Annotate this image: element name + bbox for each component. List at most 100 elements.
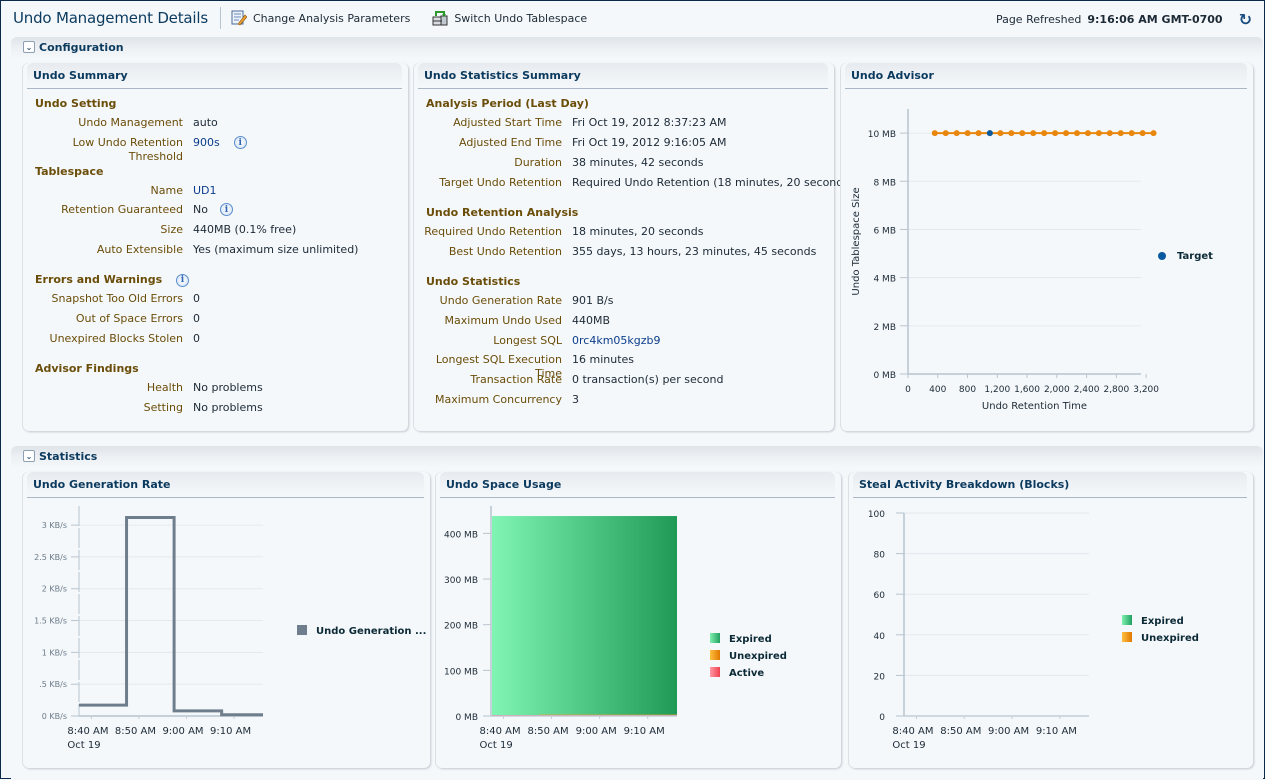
field-label: Maximum Undo Used: [444, 314, 562, 327]
undo-advisor-title: Undo Advisor: [845, 63, 1247, 89]
x-tick-label: 8:50 AM: [115, 726, 156, 737]
x-tick-label: 2,400: [1074, 385, 1100, 395]
data-point: [1139, 130, 1146, 137]
field-value: 901 B/s: [572, 294, 614, 307]
steal-activity-chart[interactable]: 0 20 40 60 80 100 8:40 AM 8:50 AM 9:00 AM 9:10 AM…: [849, 498, 1253, 768]
analysis-period-heading: Analysis Period (Last Day): [426, 97, 589, 110]
x-tick-label: 9:00 AM: [162, 726, 203, 737]
data-point: [1063, 130, 1070, 137]
field-label: Longest SQL: [493, 334, 562, 347]
field-maximum-undo-used: Maximum Undo Used 440MB: [414, 314, 611, 328]
field-value: 440MB (0.1% free): [193, 223, 297, 236]
refresh-icon[interactable]: ↻: [1239, 10, 1252, 29]
x-tick-label: 8:50 AM: [528, 726, 569, 737]
longest-sql-link[interactable]: 0rc4km05kgzb9: [572, 334, 661, 348]
field-label: Snapshot Too Old Errors: [51, 292, 183, 305]
data-point: [964, 130, 971, 137]
field-label: Unexpired Blocks Stolen: [49, 332, 183, 345]
field-value: Yes (maximum size unlimited): [193, 243, 359, 256]
field-longest-sql: Longest SQL 0rc4km05kgzb9: [414, 334, 661, 348]
legend-swatch: [1122, 632, 1132, 642]
legend-swatch: [710, 633, 720, 643]
data-point: [953, 130, 960, 137]
statistics-section-title: Statistics: [39, 449, 98, 463]
field-label: Maximum Concurrency: [434, 393, 562, 406]
undo-advisor-chart[interactable]: 0 MB 2 MB 4 MB 6 MB 8 MB 10 MB 0 400 800 1,200 1,6…: [841, 89, 1253, 429]
field-label: Required Undo Retention: [424, 225, 562, 238]
x-tick-label: 2,800: [1103, 385, 1129, 395]
undo-generation-rate-title: Undo Generation Rate: [27, 472, 424, 498]
undo-space-usage-title: Undo Space Usage: [440, 472, 835, 498]
field-value: No: [193, 203, 208, 216]
field-label: Best Undo Retention: [448, 245, 562, 258]
y-tick-label: 100: [868, 510, 885, 520]
field-target-undo-retention: Target Undo Retention Required Undo Rete…: [414, 176, 853, 190]
y-tick-label: 200 MB: [444, 622, 478, 632]
y-tick-label: 2 KB/s: [42, 585, 67, 594]
field-label: Transaction Rate: [470, 373, 562, 386]
x-tick-label: 3,200: [1133, 385, 1159, 395]
field-value: No problems: [193, 401, 263, 414]
y-tick-label: 10 MB: [868, 130, 896, 140]
steal-activity-title: Steal Activity Breakdown (Blocks): [853, 472, 1247, 498]
y-tick-label: 300 MB: [444, 576, 478, 586]
info-icon[interactable]: i: [175, 273, 189, 287]
field-label: Auto Extensible: [96, 243, 183, 256]
data-point: [1030, 130, 1037, 137]
errors-and-warnings-title: Errors and Warnings: [35, 273, 163, 286]
undo-generation-rate-chart[interactable]: 0 KB/s .5 KB/s 1 KB/s 1.5 KB/s 2 KB/s 2.5 KB/…: [23, 498, 430, 768]
configuration-section-title: Configuration: [39, 40, 124, 54]
configuration-section-header[interactable]: ⌄ Configuration: [11, 37, 1263, 57]
errors-and-warnings-heading: Errors and Warnings i: [35, 273, 189, 287]
field-value: 440MB: [572, 314, 611, 327]
change-analysis-parameters-button[interactable]: Change Analysis Parameters: [231, 10, 410, 26]
header-divider: [219, 7, 221, 29]
y-tick-label: 1 KB/s: [42, 648, 67, 657]
field-unexpired-blocks-stolen: Unexpired Blocks Stolen 0: [23, 332, 200, 346]
field-maximum-concurrency: Maximum Concurrency 3: [414, 393, 579, 407]
page-refresh-status: Page Refreshed 9:16:06 AM GMT-0700 ↻: [996, 10, 1252, 29]
steal-activity-panel: Steal Activity Breakdown (Blocks) 0 20 40 6…: [849, 472, 1253, 768]
data-point: [1073, 130, 1080, 137]
x-tick-label: 2,000: [1044, 385, 1070, 395]
undo-summary-title: Undo Summary: [27, 63, 402, 89]
undo-statistics-heading: Undo Statistics: [426, 275, 521, 288]
x-tick-label: 0: [905, 385, 911, 395]
low-undo-retention-threshold-link[interactable]: 900s: [193, 136, 220, 164]
info-icon[interactable]: i: [219, 203, 233, 216]
field-label: Low Undo Retention Threshold: [72, 136, 183, 163]
field-setting: Setting No problems: [23, 401, 263, 415]
field-value: auto: [193, 116, 218, 129]
field-out-of-space-errors: Out of Space Errors 0: [23, 312, 200, 326]
legend-marker: [1158, 252, 1166, 260]
advisor-findings-heading: Advisor Findings: [35, 362, 139, 375]
y-tick-label: 1.5 KB/s: [34, 617, 67, 626]
field-value: 3: [572, 393, 579, 406]
y-tick-label: 0 KB/s: [42, 712, 67, 721]
x-tick-label: 8:50 AM: [940, 726, 981, 737]
legend-label: Expired: [729, 634, 772, 645]
field-value: 0: [193, 312, 200, 325]
field-value: 355 days, 13 hours, 23 minutes, 45 secon…: [572, 245, 817, 258]
info-icon[interactable]: i: [233, 136, 247, 149]
field-label: Undo Management: [78, 116, 183, 129]
field-low-undo-retention-threshold: Low Undo Retention Threshold 900s i: [23, 136, 247, 164]
x-tick-sublabel: Oct 19: [892, 740, 925, 751]
collapse-statistics-icon[interactable]: ⌄: [23, 450, 35, 462]
field-label: Out of Space Errors: [75, 312, 183, 325]
field-health: Health No problems: [23, 381, 263, 395]
field-value: 0 transaction(s) per second: [572, 373, 724, 386]
y-tick-label: .5 KB/s: [39, 680, 67, 689]
switch-undo-tablespace-button[interactable]: Switch Undo Tablespace: [432, 10, 587, 26]
tablespace-name-link[interactable]: UD1: [193, 184, 217, 198]
collapse-configuration-icon[interactable]: ⌄: [23, 41, 35, 53]
field-undo-generation-rate: Undo Generation Rate 901 B/s: [414, 294, 614, 308]
x-tick-label: 9:10 AM: [1036, 726, 1077, 737]
undo-space-usage-panel: Undo Space Usage 0 MB 100 MB 200 MB 300 MB 4…: [436, 472, 841, 768]
field-value: 18 minutes, 20 seconds: [572, 225, 704, 238]
switch-tablespace-icon: [432, 10, 448, 26]
y-tick-label: 20: [874, 672, 886, 682]
x-tick-label: 8:40 AM: [479, 726, 520, 737]
statistics-section-header[interactable]: ⌄ Statistics: [11, 446, 1263, 466]
undo-space-usage-chart[interactable]: 0 MB 100 MB 200 MB 300 MB 400 MB 8:40 AM 8:50 …: [436, 498, 841, 768]
